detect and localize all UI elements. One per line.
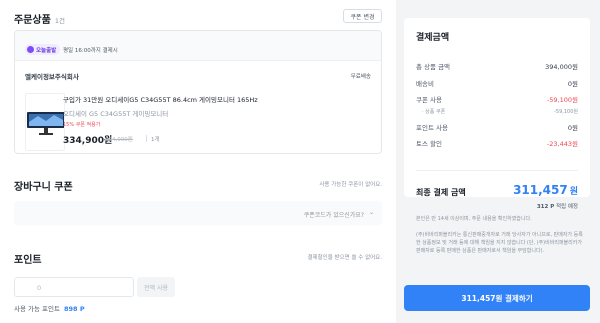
coupon-code-field[interactable]: 쿠폰코드가 있으신가요? ⌄ [14, 201, 382, 225]
product-quantity: 1개 [151, 137, 160, 143]
coupon-discount-note: 15% 쿠폰 적용가 [63, 122, 101, 128]
coupon-code-placeholder: 쿠폰코드가 있으신가요? [303, 212, 364, 219]
summary-row-toss-discount: 토스 할인 -23,443원 [416, 138, 578, 148]
points-note: 결제할인을 받으면 쓸 수 없어요. [307, 255, 382, 261]
payment-summary: 결제금액 총 상품 금액 394,000원 배송비 0원 쿠폰 사용 -59,1… [404, 18, 590, 210]
payment-title: 결제금액 [416, 33, 450, 43]
summary-row-product-coupon: · 상품 쿠폰 -59,100원 [422, 108, 578, 115]
final-amount-number: 311,457 [513, 183, 568, 197]
summary-label: 총 상품 금액 [416, 63, 451, 71]
delivery-badge-label: 오늘출발 [36, 47, 57, 54]
chevron-down-icon: ⌄ [368, 209, 374, 216]
payment-column: 결제금액 총 상품 금액 394,000원 배송비 0원 쿠폰 사용 -59,1… [404, 0, 600, 323]
earn-points-value: 312 P [536, 204, 555, 210]
cart-coupon-note: 사용 가능한 쿠폰이 없어요. [319, 182, 382, 188]
summary-value: 394,000원 [545, 63, 578, 71]
delivery-info: 오늘출발 평일 16:00까지 결제시 [15, 31, 381, 61]
product-thumbnail[interactable] [25, 93, 65, 151]
final-amount-value: 311,457 원 [513, 183, 578, 197]
summary-row-shipping: 배송비 0원 [416, 78, 578, 88]
order-panel: 주문상품 1건 쿠폰 변경 오늘출발 평일 16:00까지 결제시 엘케이정보주식… [0, 0, 396, 323]
order-title: 주문상품 1건 [14, 11, 65, 26]
summary-divider [416, 170, 578, 171]
available-points-value: 898 P [64, 305, 85, 313]
summary-value: -59,100원 [554, 109, 578, 115]
summary-label: 쿠폰 사용 [416, 96, 442, 104]
summary-row-points: 포인트 사용 0원 [416, 122, 578, 132]
delivery-note: 평일 16:00까지 결제시 [63, 48, 118, 54]
intermediary-disclaimer: (주)비바리퍼블리카는 통신판매중개자로 거래 당사자가 아니므로, 판매자가 … [416, 232, 583, 254]
summary-label: 토스 할인 [416, 140, 442, 148]
final-amount-unit: 원 [569, 187, 578, 197]
today-delivery-badge: 오늘출발 [25, 44, 61, 55]
points-title: 포인트 [14, 255, 42, 266]
coupon-change-button[interactable]: 쿠폰 변경 [343, 9, 382, 23]
summary-row-total: 총 상품 금액 394,000원 [416, 61, 578, 71]
earn-points: 312 P 적립 예정 [537, 202, 578, 210]
delivery-badge-icon [27, 46, 34, 53]
monitor-image-icon [27, 112, 64, 135]
quantity-divider [146, 135, 147, 142]
cart-coupon-title: 장바구니 쿠폰 [14, 182, 73, 193]
summary-value: 0원 [567, 124, 578, 132]
order-item-card: 오늘출발 평일 16:00까지 결제시 엘케이정보주식회사 무료배송 구입가 3… [14, 30, 382, 154]
summary-label: 포인트 사용 [416, 124, 448, 132]
order-count: 1건 [54, 17, 65, 25]
final-amount-label: 최종 결제 금액 [416, 188, 466, 197]
available-points-label: 사용 가능 포인트 [14, 305, 60, 313]
summary-label: 배송비 [416, 80, 434, 88]
use-all-points-button[interactable]: 전액 사용 [137, 277, 175, 297]
summary-label: · 상품 쿠폰 [422, 109, 446, 115]
product-option: 오디세이 G5 C34G55T 게이밍모니터 [63, 110, 169, 118]
original-price: 394,000원 [105, 137, 133, 143]
pay-button[interactable]: 311,457원 결제하기 [404, 285, 590, 311]
summary-row-coupon: 쿠폰 사용 -59,100원 [416, 94, 578, 104]
age-confirmation-text: 본인은 만 14세 이상이며, 주문 내용을 확인하였습니다. [416, 216, 532, 222]
summary-value: 0원 [567, 80, 578, 88]
product-name[interactable]: 구입가 31만원 오디세이G5 C34G55T 86.4cm 게이밍모니터 16… [63, 94, 258, 104]
seller-name: 엘케이정보주식회사 [25, 73, 79, 81]
shipping-fee: 무료배송 [350, 74, 371, 80]
summary-value: -23,443원 [546, 140, 578, 148]
summary-value: -59,100원 [546, 96, 578, 104]
order-title-text: 주문상품 [14, 15, 51, 26]
earn-points-suffix: 적립 예정 [556, 204, 578, 210]
available-points: 사용 가능 포인트 898 P [14, 303, 85, 313]
points-input[interactable]: 0 [14, 277, 134, 297]
